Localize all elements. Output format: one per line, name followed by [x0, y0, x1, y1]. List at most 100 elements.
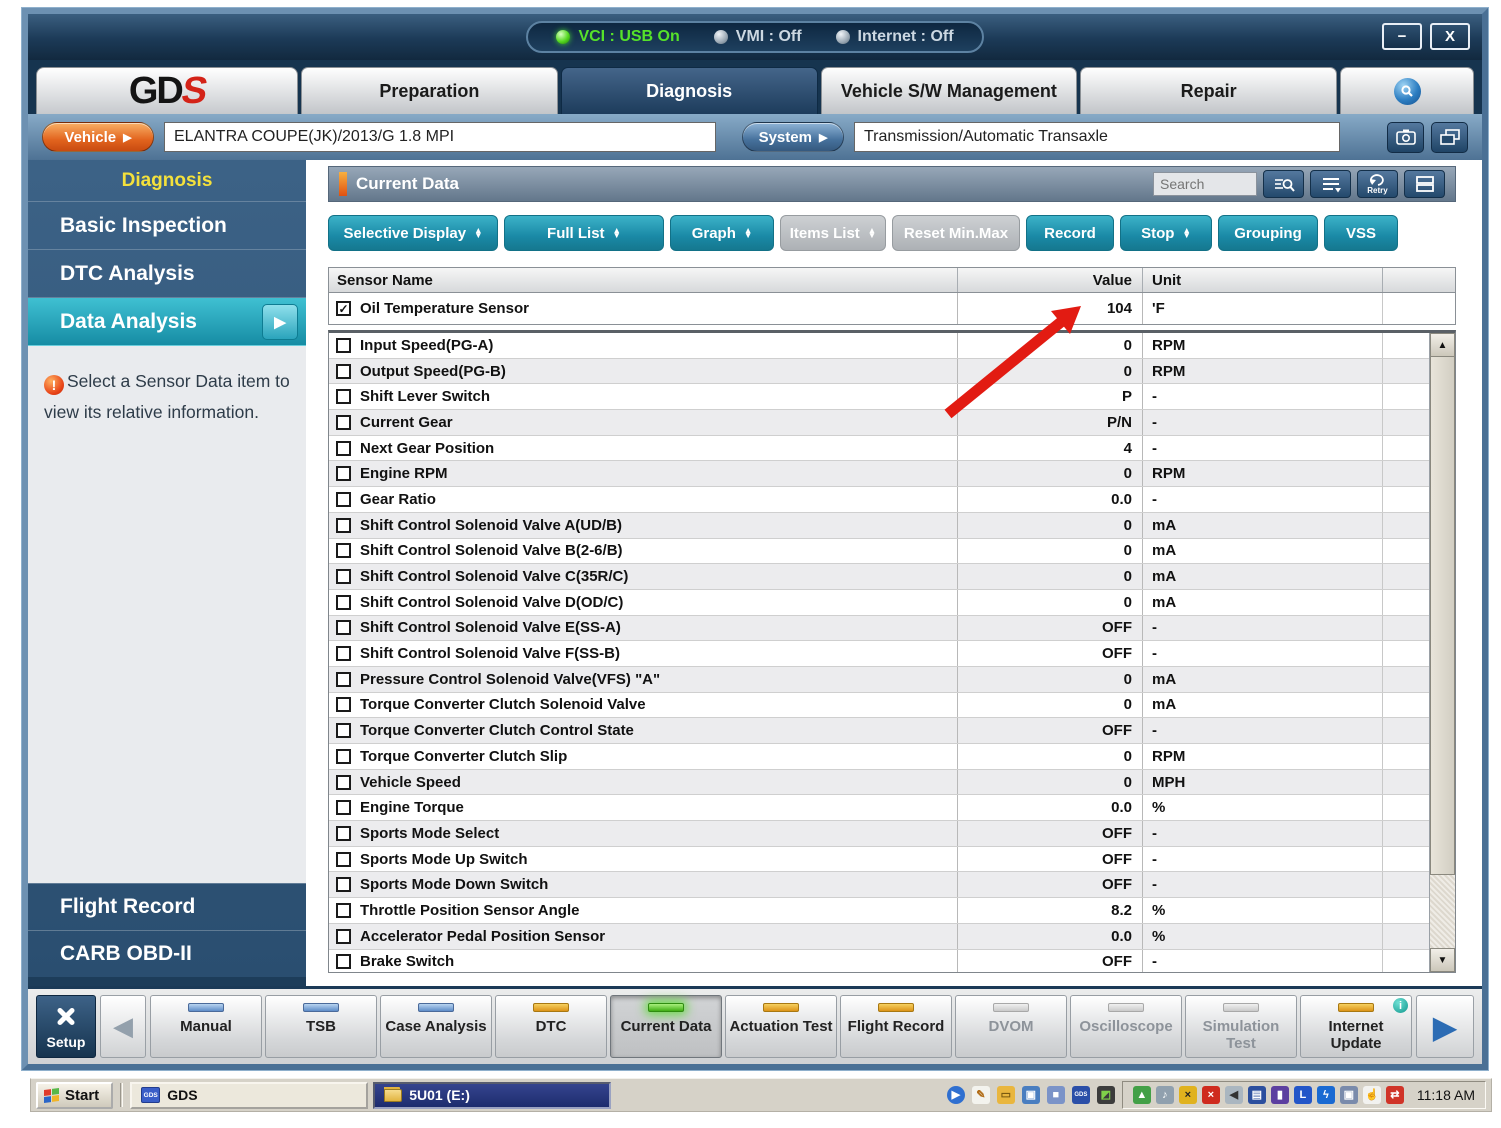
table-row[interactable]: Shift Lever SwitchP-	[329, 384, 1429, 410]
column-header-value[interactable]: Value	[958, 268, 1143, 292]
checkbox-unchecked-icon[interactable]	[336, 672, 351, 687]
tab-preparation[interactable]: Preparation	[301, 67, 558, 114]
checkbox-unchecked-icon[interactable]	[336, 775, 351, 790]
checkbox-unchecked-icon[interactable]	[336, 364, 351, 379]
table-row[interactable]: Output Speed(PG-B)0RPM	[329, 359, 1429, 385]
language-bar-icon[interactable]: L	[1294, 1086, 1312, 1104]
checkbox-unchecked-icon[interactable]	[336, 954, 351, 969]
retry-button[interactable]: Retry	[1357, 170, 1398, 198]
checkbox-unchecked-icon[interactable]	[336, 441, 351, 456]
checkbox-unchecked-icon[interactable]	[336, 389, 351, 404]
table-row[interactable]: Shift Control Solenoid Valve B(2-6/B)0mA	[329, 539, 1429, 565]
column-header-unit[interactable]: Unit	[1143, 268, 1383, 292]
checkbox-unchecked-icon[interactable]	[336, 415, 351, 430]
bottom-tab-oscilloscope[interactable]: Oscilloscope	[1070, 995, 1182, 1058]
table-row[interactable]: Input Speed(PG-A)0RPM	[329, 333, 1429, 359]
toolbar-button-vss[interactable]: VSS	[1324, 215, 1398, 251]
toolbar-button-stop[interactable]: Stop▲▼	[1120, 215, 1212, 251]
tab-diagnosis[interactable]: Diagnosis	[561, 67, 818, 114]
chevron-right-icon[interactable]: ▶	[262, 304, 298, 340]
bottom-tab-current-data[interactable]: Current Data	[610, 995, 722, 1058]
table-row[interactable]: Engine Torque0.0%	[329, 795, 1429, 821]
checkbox-unchecked-icon[interactable]	[336, 338, 351, 353]
checkbox-unchecked-icon[interactable]	[336, 852, 351, 867]
tab-search[interactable]	[1340, 67, 1474, 114]
sync-icon[interactable]: ⇄	[1386, 1086, 1404, 1104]
usb-device-icon[interactable]: ▮	[1271, 1086, 1289, 1104]
toolbar-button-full-list[interactable]: Full List▲▼	[504, 215, 664, 251]
toolbar-button-graph[interactable]: Graph▲▼	[670, 215, 774, 251]
table-row[interactable]: Next Gear Position4-	[329, 436, 1429, 462]
table-row[interactable]: Sports Mode SelectOFF-	[329, 821, 1429, 847]
system-tools-icon[interactable]: ×	[1179, 1086, 1197, 1104]
remote-display-icon[interactable]: ▣	[1340, 1086, 1358, 1104]
split-view-button[interactable]	[1404, 170, 1445, 198]
table-row[interactable]: Shift Control Solenoid Valve D(OD/C)0mA	[329, 590, 1429, 616]
checkbox-unchecked-icon[interactable]	[336, 749, 351, 764]
table-row[interactable]: Shift Control Solenoid Valve E(SS-A)OFF-	[329, 616, 1429, 642]
taskbar-task-5u01-e[interactable]: 5U01 (E:)	[373, 1082, 611, 1109]
checkbox-unchecked-icon[interactable]	[336, 492, 351, 507]
screen-capture-button[interactable]	[1387, 122, 1424, 153]
minimize-button[interactable]: −	[1382, 23, 1422, 50]
checkbox-unchecked-icon[interactable]	[336, 697, 351, 712]
checkbox-unchecked-icon[interactable]	[336, 903, 351, 918]
table-row[interactable]: Torque Converter Clutch Control StateOFF…	[329, 718, 1429, 744]
sidebar-item-carb-obd-ii[interactable]: CARB OBD-II	[28, 930, 306, 977]
scroll-right-button[interactable]: ▶	[1416, 995, 1474, 1058]
toolbar-button-reset-min-max[interactable]: Reset Min.Max	[892, 215, 1020, 251]
tab-repair[interactable]: Repair	[1080, 67, 1337, 114]
notepad-icon[interactable]: ✎	[972, 1086, 990, 1104]
checkbox-unchecked-icon[interactable]	[336, 569, 351, 584]
table-row[interactable]: Engine RPM0RPM	[329, 461, 1429, 487]
table-row[interactable]: Throttle Position Sensor Angle8.2%	[329, 898, 1429, 924]
media-player-icon[interactable]: ▶	[947, 1086, 965, 1104]
toolbar-button-selective-display[interactable]: Selective Display▲▼	[328, 215, 498, 251]
table-row[interactable]: Sports Mode Up SwitchOFF-	[329, 847, 1429, 873]
checkbox-unchecked-icon[interactable]	[336, 518, 351, 533]
photo-viewer-icon[interactable]: ◩	[1097, 1086, 1115, 1104]
checkbox-checked-icon[interactable]: ✓	[336, 301, 351, 316]
package-icon[interactable]: ■	[1047, 1086, 1065, 1104]
bottom-tab-manual[interactable]: Manual	[150, 995, 262, 1058]
scrollbar-track[interactable]	[1430, 875, 1455, 948]
system-field[interactable]	[854, 122, 1340, 152]
table-row[interactable]: Torque Converter Clutch Solenoid Valve0m…	[329, 693, 1429, 719]
checkbox-unchecked-icon[interactable]	[336, 826, 351, 841]
sidebar-item-data-analysis[interactable]: Data Analysis▶	[28, 298, 306, 346]
pinned-sensor-row[interactable]: ✓ Oil Temperature Sensor 104 'F	[329, 293, 1455, 324]
checkbox-unchecked-icon[interactable]	[336, 620, 351, 635]
checkbox-unchecked-icon[interactable]	[336, 800, 351, 815]
table-row[interactable]: Torque Converter Clutch Slip0RPM	[329, 744, 1429, 770]
checkbox-unchecked-icon[interactable]	[336, 929, 351, 944]
vehicle-button[interactable]: Vehicle ▶	[42, 122, 154, 152]
table-row[interactable]: Shift Control Solenoid Valve F(SS-B)OFF-	[329, 641, 1429, 667]
gds-launcher-icon[interactable]: GDS	[1072, 1086, 1090, 1104]
table-row[interactable]: Gear Ratio0.0-	[329, 487, 1429, 513]
table-row[interactable]: Pressure Control Solenoid Valve(VFS) "A"…	[329, 667, 1429, 693]
checkbox-unchecked-icon[interactable]	[336, 595, 351, 610]
green-status-icon[interactable]: ▲	[1133, 1086, 1151, 1104]
search-input[interactable]	[1153, 172, 1257, 196]
bottom-tab-simulation-test[interactable]: Simulation Test	[1185, 995, 1297, 1058]
checkbox-unchecked-icon[interactable]	[336, 543, 351, 558]
antivirus-alert-icon[interactable]: ×	[1202, 1086, 1220, 1104]
folder-quicklaunch-icon[interactable]: ▭	[997, 1086, 1015, 1104]
tab-vehicle-s-w-management[interactable]: Vehicle S/W Management	[821, 67, 1078, 114]
display-icon[interactable]: ▣	[1022, 1086, 1040, 1104]
volume-icon[interactable]: ◀	[1225, 1086, 1243, 1104]
checkbox-unchecked-icon[interactable]	[336, 877, 351, 892]
sidebar-item-flight-record[interactable]: Flight Record	[28, 883, 306, 930]
bottom-tab-flight-record[interactable]: Flight Record	[840, 995, 952, 1058]
vehicle-field[interactable]	[164, 122, 716, 152]
checkbox-unchecked-icon[interactable]	[336, 646, 351, 661]
table-row[interactable]: Shift Control Solenoid Valve A(UD/B)0mA	[329, 513, 1429, 539]
table-row[interactable]: Accelerator Pedal Position Sensor0.0%	[329, 924, 1429, 950]
bottom-tab-dvom[interactable]: DVOM	[955, 995, 1067, 1058]
checkbox-unchecked-icon[interactable]	[336, 723, 351, 738]
scroll-left-button[interactable]: ◀	[100, 995, 146, 1058]
vertical-scrollbar[interactable]: ▲ ▼	[1429, 333, 1455, 972]
sidebar-item-basic-inspection[interactable]: Basic Inspection	[28, 202, 306, 250]
table-row[interactable]: Shift Control Solenoid Valve C(35R/C)0mA	[329, 564, 1429, 590]
bottom-tab-case-analysis[interactable]: Case Analysis	[380, 995, 492, 1058]
